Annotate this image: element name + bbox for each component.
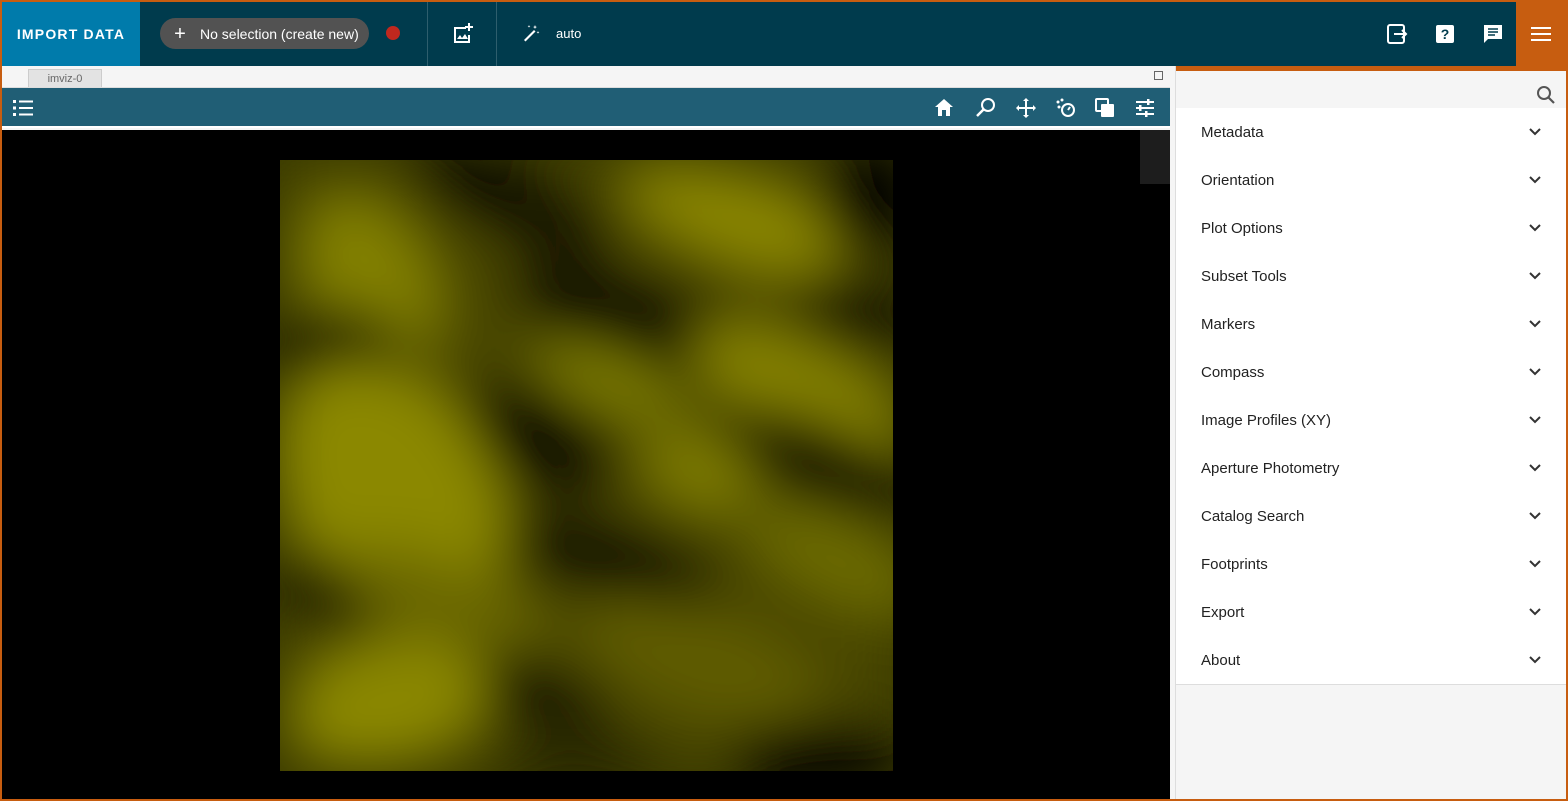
plugin-label: Subset Tools	[1201, 267, 1287, 285]
plugin-catalog-search[interactable]: Catalog Search	[1176, 492, 1566, 540]
image-display[interactable]	[280, 160, 893, 771]
chevron-down-icon	[1529, 512, 1541, 520]
plugin-label: Catalog Search	[1201, 507, 1305, 525]
pan-icon[interactable]	[1014, 96, 1038, 120]
menu-button[interactable]	[1516, 2, 1566, 66]
data-menu-icon[interactable]	[12, 97, 34, 119]
plugin-label: About	[1201, 651, 1241, 669]
app-bar: IMPORT DATA + No selection (create new) …	[2, 2, 1566, 66]
plugin-orientation[interactable]: Orientation	[1176, 156, 1566, 204]
plugin-label: Image Profiles (XY)	[1201, 411, 1332, 429]
selection-label: No selection (create new)	[200, 25, 359, 42]
chevron-down-icon	[1529, 320, 1541, 328]
plugin-aperture-photometry[interactable]: Aperture Photometry	[1176, 444, 1566, 492]
viewer-area: imviz-0	[2, 66, 1170, 799]
stretch-icon[interactable]	[1054, 96, 1078, 120]
record-indicator[interactable]	[386, 26, 400, 40]
plugin-list: Metadata Orientation Plot Options Subset…	[1176, 108, 1566, 685]
plugin-label: Footprints	[1201, 555, 1268, 573]
viewer-scroll-handle[interactable]	[1140, 130, 1170, 184]
chevron-down-icon	[1529, 608, 1541, 616]
help-icon[interactable]: ?	[1433, 22, 1457, 46]
plugin-image-profiles[interactable]: Image Profiles (XY)	[1176, 396, 1566, 444]
plugin-plot-options[interactable]: Plot Options	[1176, 204, 1566, 252]
chevron-down-icon	[1529, 368, 1541, 376]
plugin-compass[interactable]: Compass	[1176, 348, 1566, 396]
plugin-label: Plot Options	[1201, 219, 1283, 237]
plus-icon: +	[174, 22, 186, 45]
add-image-icon[interactable]	[451, 22, 475, 46]
plugin-label: Markers	[1201, 315, 1256, 333]
image-canvas[interactable]	[2, 130, 1170, 799]
plugin-label: Aperture Photometry	[1201, 459, 1340, 477]
chevron-down-icon	[1529, 128, 1541, 136]
chevron-down-icon	[1529, 656, 1541, 664]
settings-icon[interactable]	[1133, 96, 1157, 120]
plugin-label: Orientation	[1201, 171, 1275, 189]
auto-label[interactable]: auto	[556, 26, 581, 41]
layers-icon[interactable]	[1093, 96, 1117, 120]
plugin-export[interactable]: Export	[1176, 588, 1566, 636]
app-frame: IMPORT DATA + No selection (create new) …	[2, 2, 1566, 799]
viewer-tab[interactable]: imviz-0	[28, 69, 102, 87]
home-icon[interactable]	[932, 96, 956, 120]
viewer-tabstrip: imviz-0	[2, 66, 1170, 88]
plugin-footprints[interactable]: Footprints	[1176, 540, 1566, 588]
hamburger-icon	[1531, 27, 1551, 41]
search-icon[interactable]	[1536, 85, 1556, 105]
chevron-down-icon	[1529, 416, 1541, 424]
plugin-search-row	[1176, 71, 1566, 109]
plugin-markers[interactable]: Markers	[1176, 300, 1566, 348]
chevron-down-icon	[1529, 560, 1541, 568]
plugin-label: Metadata	[1201, 123, 1264, 141]
chevron-down-icon	[1529, 272, 1541, 280]
viewer-toolbar	[2, 88, 1170, 128]
feedback-icon[interactable]	[1481, 22, 1505, 46]
divider	[496, 2, 497, 66]
export-icon[interactable]	[1385, 22, 1409, 46]
divider	[427, 2, 428, 66]
plugin-subset-tools[interactable]: Subset Tools	[1176, 252, 1566, 300]
chevron-down-icon	[1529, 176, 1541, 184]
plugin-label: Export	[1201, 603, 1245, 621]
svg-text:?: ?	[1441, 26, 1450, 42]
selection-chip[interactable]: + No selection (create new)	[160, 18, 369, 49]
zoom-icon[interactable]	[974, 96, 998, 120]
plugin-metadata[interactable]: Metadata	[1176, 108, 1566, 156]
chevron-down-icon	[1529, 224, 1541, 232]
maximize-icon[interactable]	[1154, 71, 1163, 80]
magic-wand-icon[interactable]	[522, 24, 540, 42]
plugin-about[interactable]: About	[1176, 636, 1566, 684]
chevron-down-icon	[1529, 464, 1541, 472]
plugin-label: Compass	[1201, 363, 1265, 381]
plugin-panel: Metadata Orientation Plot Options Subset…	[1175, 66, 1566, 799]
import-data-button[interactable]: IMPORT DATA	[2, 2, 140, 66]
